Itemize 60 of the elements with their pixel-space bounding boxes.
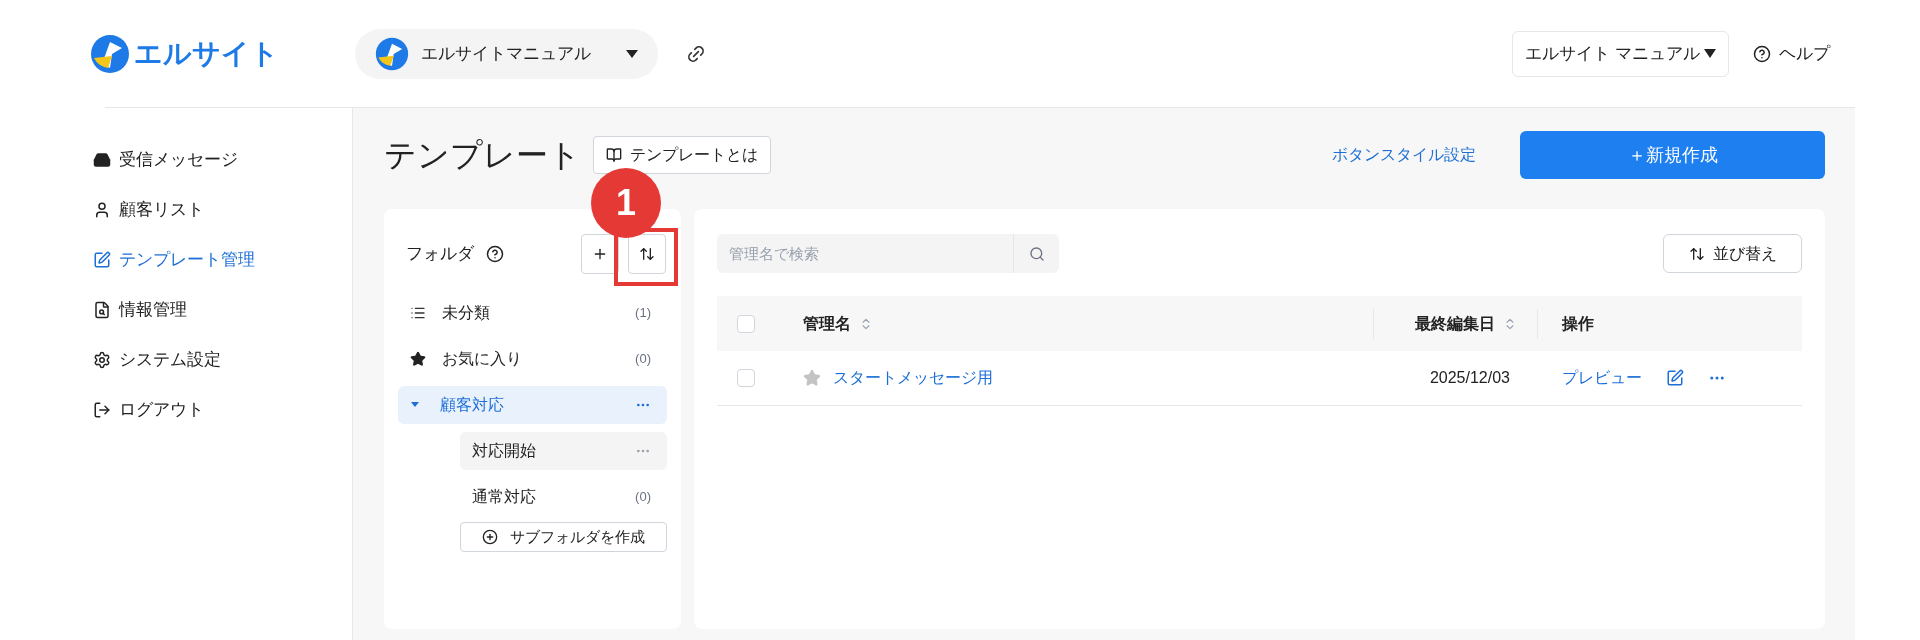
logo-icon [375,36,409,71]
page-title: テンプレート [384,136,581,175]
caret-icon [626,49,638,58]
checkbox[interactable] [737,314,755,333]
settings-icon [93,350,111,369]
column-header: 管理名 [803,313,851,334]
book-icon [606,147,622,163]
nav-item[interactable]: ログアウト [93,392,352,427]
date-cell: 2025/12/03 [1429,369,1510,386]
folder-count: (1) [635,304,651,323]
column-header: 最終編集日 [1415,313,1495,334]
workspace-switcher[interactable]: エルサイトマニュアル [355,28,658,79]
folder-count: (0) [635,350,651,369]
folder-title: フォルダ [406,243,474,266]
logo-icon [90,33,130,74]
help-link[interactable]: ヘルプ [1753,40,1830,67]
brand-name: エルサイト [134,36,279,71]
sort-folders-button[interactable] [628,234,666,274]
nav-item[interactable]: 受信メッセージ [93,142,352,177]
folder-item[interactable]: 未分類 (1) [398,294,667,332]
nav-item[interactable]: 顧客リスト [93,192,352,227]
help-icon [1753,44,1771,63]
about-button[interactable]: テンプレートとは [593,136,771,174]
create-subfolder-button[interactable]: サブフォルダを作成 [460,522,667,552]
step-badge: 1 [591,168,661,238]
sort-button[interactable]: 並び替え [1663,234,1802,273]
user-icon [93,200,111,219]
sort-icon [1688,245,1705,262]
new-button[interactable]: ＋新規作成 [1520,131,1825,179]
list-icon [410,305,426,321]
column-header: 操作 [1562,313,1594,334]
template-name-link[interactable]: スタートメッセージ用 [833,366,993,390]
search-icon [1028,245,1045,262]
favorite-star-icon[interactable] [803,369,821,387]
search-button[interactable] [1013,234,1059,273]
folder-count: (0) [635,488,651,507]
nav-item[interactable]: 情報管理 [93,292,352,327]
nav-item[interactable]: テンプレート管理 [93,242,352,277]
plus-icon [592,246,608,262]
account-dropdown[interactable]: エルサイト マニュアル [1512,30,1729,77]
help-icon [486,245,504,263]
folder-item[interactable]: 通常対応 (0) [460,478,667,516]
edit-icon [93,250,111,269]
edit-icon[interactable] [1666,369,1684,387]
document-search-icon [93,300,111,319]
checkbox[interactable] [737,369,755,387]
folder-item[interactable]: お気に入り (0) [398,340,667,378]
folder-item[interactable]: 顧客対応 [398,386,667,424]
nav-item[interactable]: システム設定 [93,342,352,377]
preview-link[interactable]: プレビュー [1562,366,1642,390]
folder-item[interactable]: 対応開始 [460,432,667,470]
plus-circle-icon [482,529,498,545]
search-field[interactable]: 管理名で検索 [717,234,1013,273]
button-style-link[interactable]: ボタンスタイル設定 [1332,143,1476,167]
sort-icon [639,246,655,262]
caret-icon [1704,49,1716,58]
inbox-icon [93,150,111,169]
caret-icon[interactable] [410,401,420,409]
logout-icon [93,400,111,419]
star-icon [410,351,426,367]
